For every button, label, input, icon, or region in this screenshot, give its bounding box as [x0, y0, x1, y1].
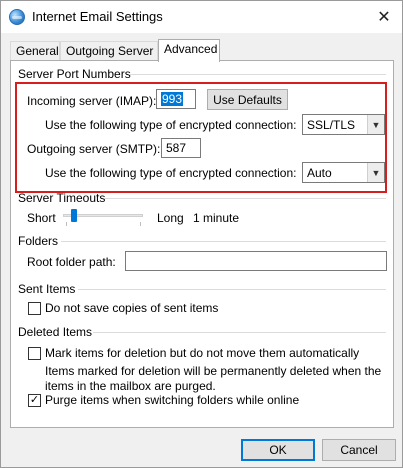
dialog-window: Internet Email Settings ✕ General Outgoi… [0, 0, 403, 468]
incoming-server-label: Incoming server (IMAP): [27, 94, 157, 108]
tab-general[interactable]: General [10, 41, 60, 61]
globe-icon [9, 9, 25, 25]
divider [78, 289, 386, 290]
do-not-save-checkbox[interactable] [28, 302, 41, 315]
close-icon[interactable]: ✕ [372, 5, 396, 29]
outgoing-port-input[interactable]: 587 [161, 138, 201, 158]
root-folder-label: Root folder path: [27, 255, 116, 269]
incoming-port-input[interactable]: 993 [156, 89, 196, 109]
tab-advanced[interactable]: Advanced [158, 39, 220, 62]
group-label-deleted-items: Deleted Items [18, 325, 93, 339]
mark-for-deletion-label: Mark items for deletion but do not move … [45, 346, 360, 360]
do-not-save-label: Do not save copies of sent items [45, 301, 219, 315]
incoming-encryption-select[interactable]: SSL/TLS ▼ [302, 114, 385, 135]
divider [93, 332, 386, 333]
purge-items-checkbox[interactable]: ✓ [28, 394, 41, 407]
slider-tick [140, 222, 141, 226]
chevron-down-icon: ▼ [367, 163, 384, 182]
chevron-down-icon: ▼ [367, 115, 384, 134]
group-label-server-timeouts: Server Timeouts [18, 191, 106, 205]
timeout-value: 1 minute [193, 211, 240, 225]
deletion-note: Items marked for deletion will be perman… [45, 364, 382, 393]
group-label-sent-items: Sent Items [18, 282, 76, 296]
outgoing-encryption-label: Use the following type of encrypted conn… [45, 166, 297, 180]
incoming-encryption-label: Use the following type of encrypted conn… [45, 118, 297, 132]
timeout-slider-thumb[interactable] [71, 209, 77, 222]
title-bar: Internet Email Settings ✕ [1, 1, 402, 33]
group-label-server-ports: Server Port Numbers [18, 67, 131, 81]
timeout-long-label: Long [157, 211, 184, 225]
divider [61, 241, 386, 242]
mark-for-deletion-checkbox[interactable] [28, 347, 41, 360]
window-title: Internet Email Settings [32, 9, 163, 24]
root-folder-input[interactable] [125, 251, 387, 271]
cancel-button[interactable]: Cancel [322, 439, 396, 461]
purge-items-label: Purge items when switching folders while… [45, 393, 300, 407]
use-defaults-button[interactable]: Use Defaults [207, 89, 288, 110]
slider-tick [66, 222, 67, 226]
timeout-short-label: Short [27, 211, 56, 225]
group-label-folders: Folders [18, 234, 59, 248]
divider [104, 198, 386, 199]
outgoing-encryption-select[interactable]: Auto ▼ [302, 162, 385, 183]
ok-button[interactable]: OK [241, 439, 315, 461]
outgoing-server-label: Outgoing server (SMTP): [27, 142, 161, 156]
tab-outgoing-server[interactable]: Outgoing Server [60, 41, 158, 61]
divider [129, 74, 386, 75]
check-icon: ✓ [29, 394, 40, 406]
